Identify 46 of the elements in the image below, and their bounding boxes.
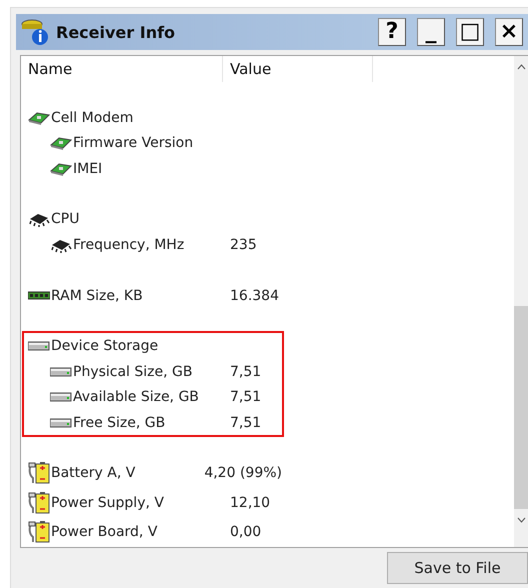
tree-item-label[interactable]: Free Size, GB bbox=[73, 414, 166, 431]
value-text: 235 bbox=[229, 236, 257, 253]
scroll-down-icon[interactable] bbox=[516, 517, 526, 523]
value-text: 7,51 bbox=[229, 414, 262, 431]
tree-item-label[interactable]: IMEI bbox=[73, 160, 102, 177]
tree-item-label[interactable]: Power Board, V bbox=[51, 524, 158, 540]
scroll-thumb[interactable] bbox=[514, 306, 528, 509]
scrollbar[interactable] bbox=[514, 56, 528, 547]
tree-item-label[interactable]: Physical Size, GB bbox=[73, 364, 192, 380]
close-button[interactable]: × bbox=[495, 18, 523, 46]
circuit-board-icon bbox=[50, 160, 72, 177]
window-title: Receiver Info bbox=[56, 22, 176, 42]
value-text: 7,51 bbox=[229, 389, 262, 406]
value-text: 16.384 bbox=[229, 288, 279, 304]
battery-plug-icon bbox=[28, 490, 50, 515]
value-text: 12,10 bbox=[229, 494, 270, 511]
circuit-board-icon bbox=[50, 135, 72, 152]
drive-icon bbox=[50, 366, 72, 377]
tree-item-label[interactable]: Device Storage bbox=[51, 338, 158, 354]
drive-icon bbox=[28, 341, 50, 352]
tree-item-label[interactable]: CPU bbox=[51, 211, 80, 228]
battery-plug-icon bbox=[28, 520, 50, 544]
receiver-info-icon bbox=[20, 17, 50, 47]
column-header[interactable]: Value bbox=[223, 56, 373, 82]
memory-module-icon bbox=[28, 290, 50, 301]
tree-item-label[interactable]: RAM Size, KB bbox=[51, 288, 143, 304]
battery-plug-icon bbox=[28, 461, 50, 486]
value-text: 0,00 bbox=[229, 524, 262, 540]
chip-icon bbox=[28, 211, 50, 228]
scroll-up-icon[interactable] bbox=[516, 64, 526, 70]
save-button[interactable]: Save to File bbox=[387, 552, 528, 584]
drive-icon bbox=[50, 418, 72, 428]
minimize-button[interactable]: _ bbox=[417, 18, 445, 46]
value-text: 4,20 (99%) bbox=[203, 465, 282, 482]
help-button[interactable]: ? bbox=[378, 18, 406, 46]
circuit-board-icon bbox=[28, 110, 50, 126]
value-text: 7,51 bbox=[229, 364, 262, 380]
drive-icon bbox=[50, 392, 72, 402]
tree-item-label[interactable]: Firmware Version bbox=[73, 135, 194, 152]
tree-item-label[interactable]: Cell Modem bbox=[51, 110, 134, 126]
tree-item-label[interactable]: Power Supply, V bbox=[51, 494, 164, 511]
tree-item-label[interactable]: Frequency, MHz bbox=[73, 236, 184, 253]
maximize-button[interactable]: □ bbox=[456, 18, 484, 46]
tree-item-label[interactable]: Available Size, GB bbox=[73, 389, 199, 406]
tree-item-label[interactable]: Battery A, V bbox=[51, 465, 136, 482]
column-header[interactable]: Name bbox=[21, 56, 223, 82]
